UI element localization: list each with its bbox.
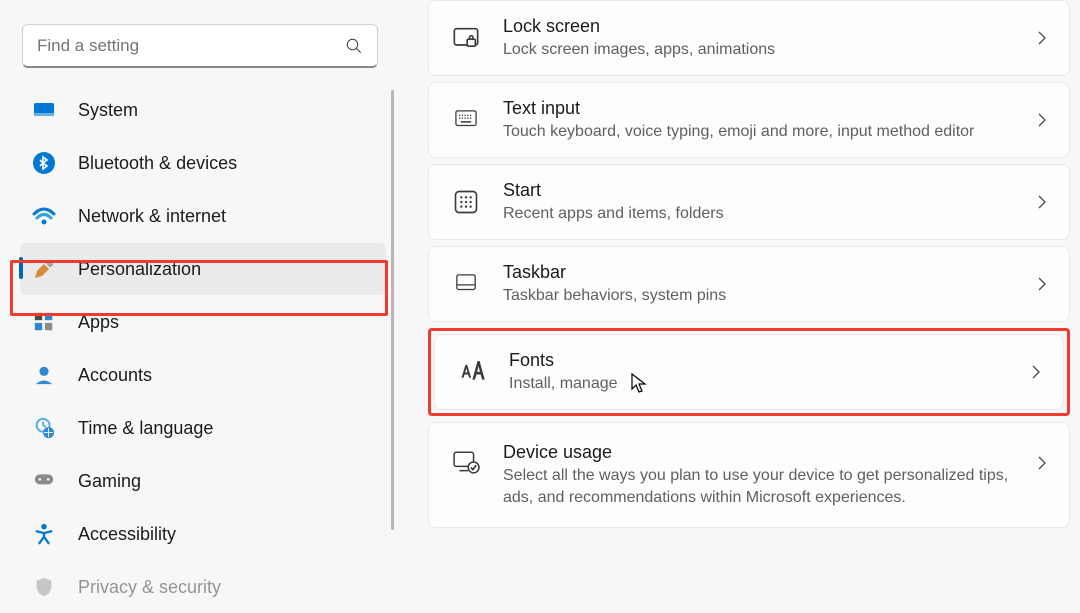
chevron-right-icon xyxy=(1037,455,1047,471)
card-desc: Recent apps and items, folders xyxy=(503,203,1037,225)
sidebar-item-label: Time & language xyxy=(78,418,213,439)
gaming-icon xyxy=(32,469,56,493)
sidebar-item-personalization[interactable]: Personalization xyxy=(20,243,386,295)
main-content: Lock screen Lock screen images, apps, an… xyxy=(400,0,1080,608)
search-input[interactable] xyxy=(37,36,345,56)
sidebar-item-label: Privacy & security xyxy=(78,577,221,598)
card-start[interactable]: Start Recent apps and items, folders xyxy=(428,164,1070,240)
privacy-security-icon xyxy=(32,575,56,599)
chevron-right-icon xyxy=(1037,112,1047,128)
sidebar-item-label: Apps xyxy=(78,312,119,333)
text-input-icon xyxy=(451,105,481,135)
sidebar-item-label: Accessibility xyxy=(78,524,176,545)
card-desc: Install, manage xyxy=(509,373,1031,395)
device-usage-icon xyxy=(451,447,481,477)
chevron-right-icon xyxy=(1037,30,1047,46)
card-title: Lock screen xyxy=(503,15,1037,38)
sidebar-item-system[interactable]: System xyxy=(20,84,386,136)
sidebar-item-apps[interactable]: Apps xyxy=(20,296,386,348)
accounts-icon xyxy=(32,363,56,387)
chevron-right-icon xyxy=(1031,364,1041,380)
start-icon xyxy=(451,187,481,217)
card-desc: Touch keyboard, voice typing, emoji and … xyxy=(503,121,1037,143)
sidebar-item-gaming[interactable]: Gaming xyxy=(20,455,386,507)
card-title: Fonts xyxy=(509,349,1031,372)
sidebar-item-label: Personalization xyxy=(78,259,201,280)
personalization-icon xyxy=(32,257,56,281)
sidebar-item-bluetooth[interactable]: Bluetooth & devices xyxy=(20,137,386,189)
time-language-icon xyxy=(32,416,56,440)
card-title: Device usage xyxy=(503,441,1037,464)
sidebar-item-label: Gaming xyxy=(78,471,141,492)
card-taskbar[interactable]: Taskbar Taskbar behaviors, system pins xyxy=(428,246,1070,322)
card-desc: Select all the ways you plan to use your… xyxy=(503,465,1037,508)
sidebar-item-label: Bluetooth & devices xyxy=(78,153,237,174)
card-desc: Lock screen images, apps, animations xyxy=(503,39,1037,61)
highlight-fonts: Fonts Install, manage xyxy=(428,328,1070,416)
sidebar-item-label: System xyxy=(78,100,138,121)
sidebar: System Bluetooth & devices Network & int… xyxy=(0,0,400,608)
network-icon xyxy=(32,204,56,228)
card-title: Start xyxy=(503,179,1037,202)
card-lock-screen[interactable]: Lock screen Lock screen images, apps, an… xyxy=(428,0,1070,76)
card-title: Text input xyxy=(503,97,1037,120)
apps-icon xyxy=(32,310,56,334)
system-icon xyxy=(32,98,56,122)
accessibility-icon xyxy=(32,522,56,546)
search-box[interactable] xyxy=(22,24,378,68)
card-title: Taskbar xyxy=(503,261,1037,284)
card-text-input[interactable]: Text input Touch keyboard, voice typing,… xyxy=(428,82,1070,158)
sidebar-item-accounts[interactable]: Accounts xyxy=(20,349,386,401)
nav-list: System Bluetooth & devices Network & int… xyxy=(14,84,386,613)
sidebar-item-time-language[interactable]: Time & language xyxy=(20,402,386,454)
fonts-icon xyxy=(457,357,487,387)
bluetooth-icon xyxy=(32,151,56,175)
scroll-indicator[interactable] xyxy=(391,90,394,530)
sidebar-item-network[interactable]: Network & internet xyxy=(20,190,386,242)
sidebar-item-accessibility[interactable]: Accessibility xyxy=(20,508,386,560)
sidebar-item-label: Network & internet xyxy=(78,206,226,227)
chevron-right-icon xyxy=(1037,194,1047,210)
card-device-usage[interactable]: Device usage Select all the ways you pla… xyxy=(428,422,1070,528)
search-icon xyxy=(345,37,363,55)
card-fonts[interactable]: Fonts Install, manage xyxy=(434,334,1064,410)
chevron-right-icon xyxy=(1037,276,1047,292)
taskbar-icon xyxy=(451,269,481,299)
sidebar-item-privacy-security[interactable]: Privacy & security xyxy=(20,561,386,613)
card-desc: Taskbar behaviors, system pins xyxy=(503,285,1037,307)
lock-screen-icon xyxy=(451,23,481,53)
sidebar-item-label: Accounts xyxy=(78,365,152,386)
